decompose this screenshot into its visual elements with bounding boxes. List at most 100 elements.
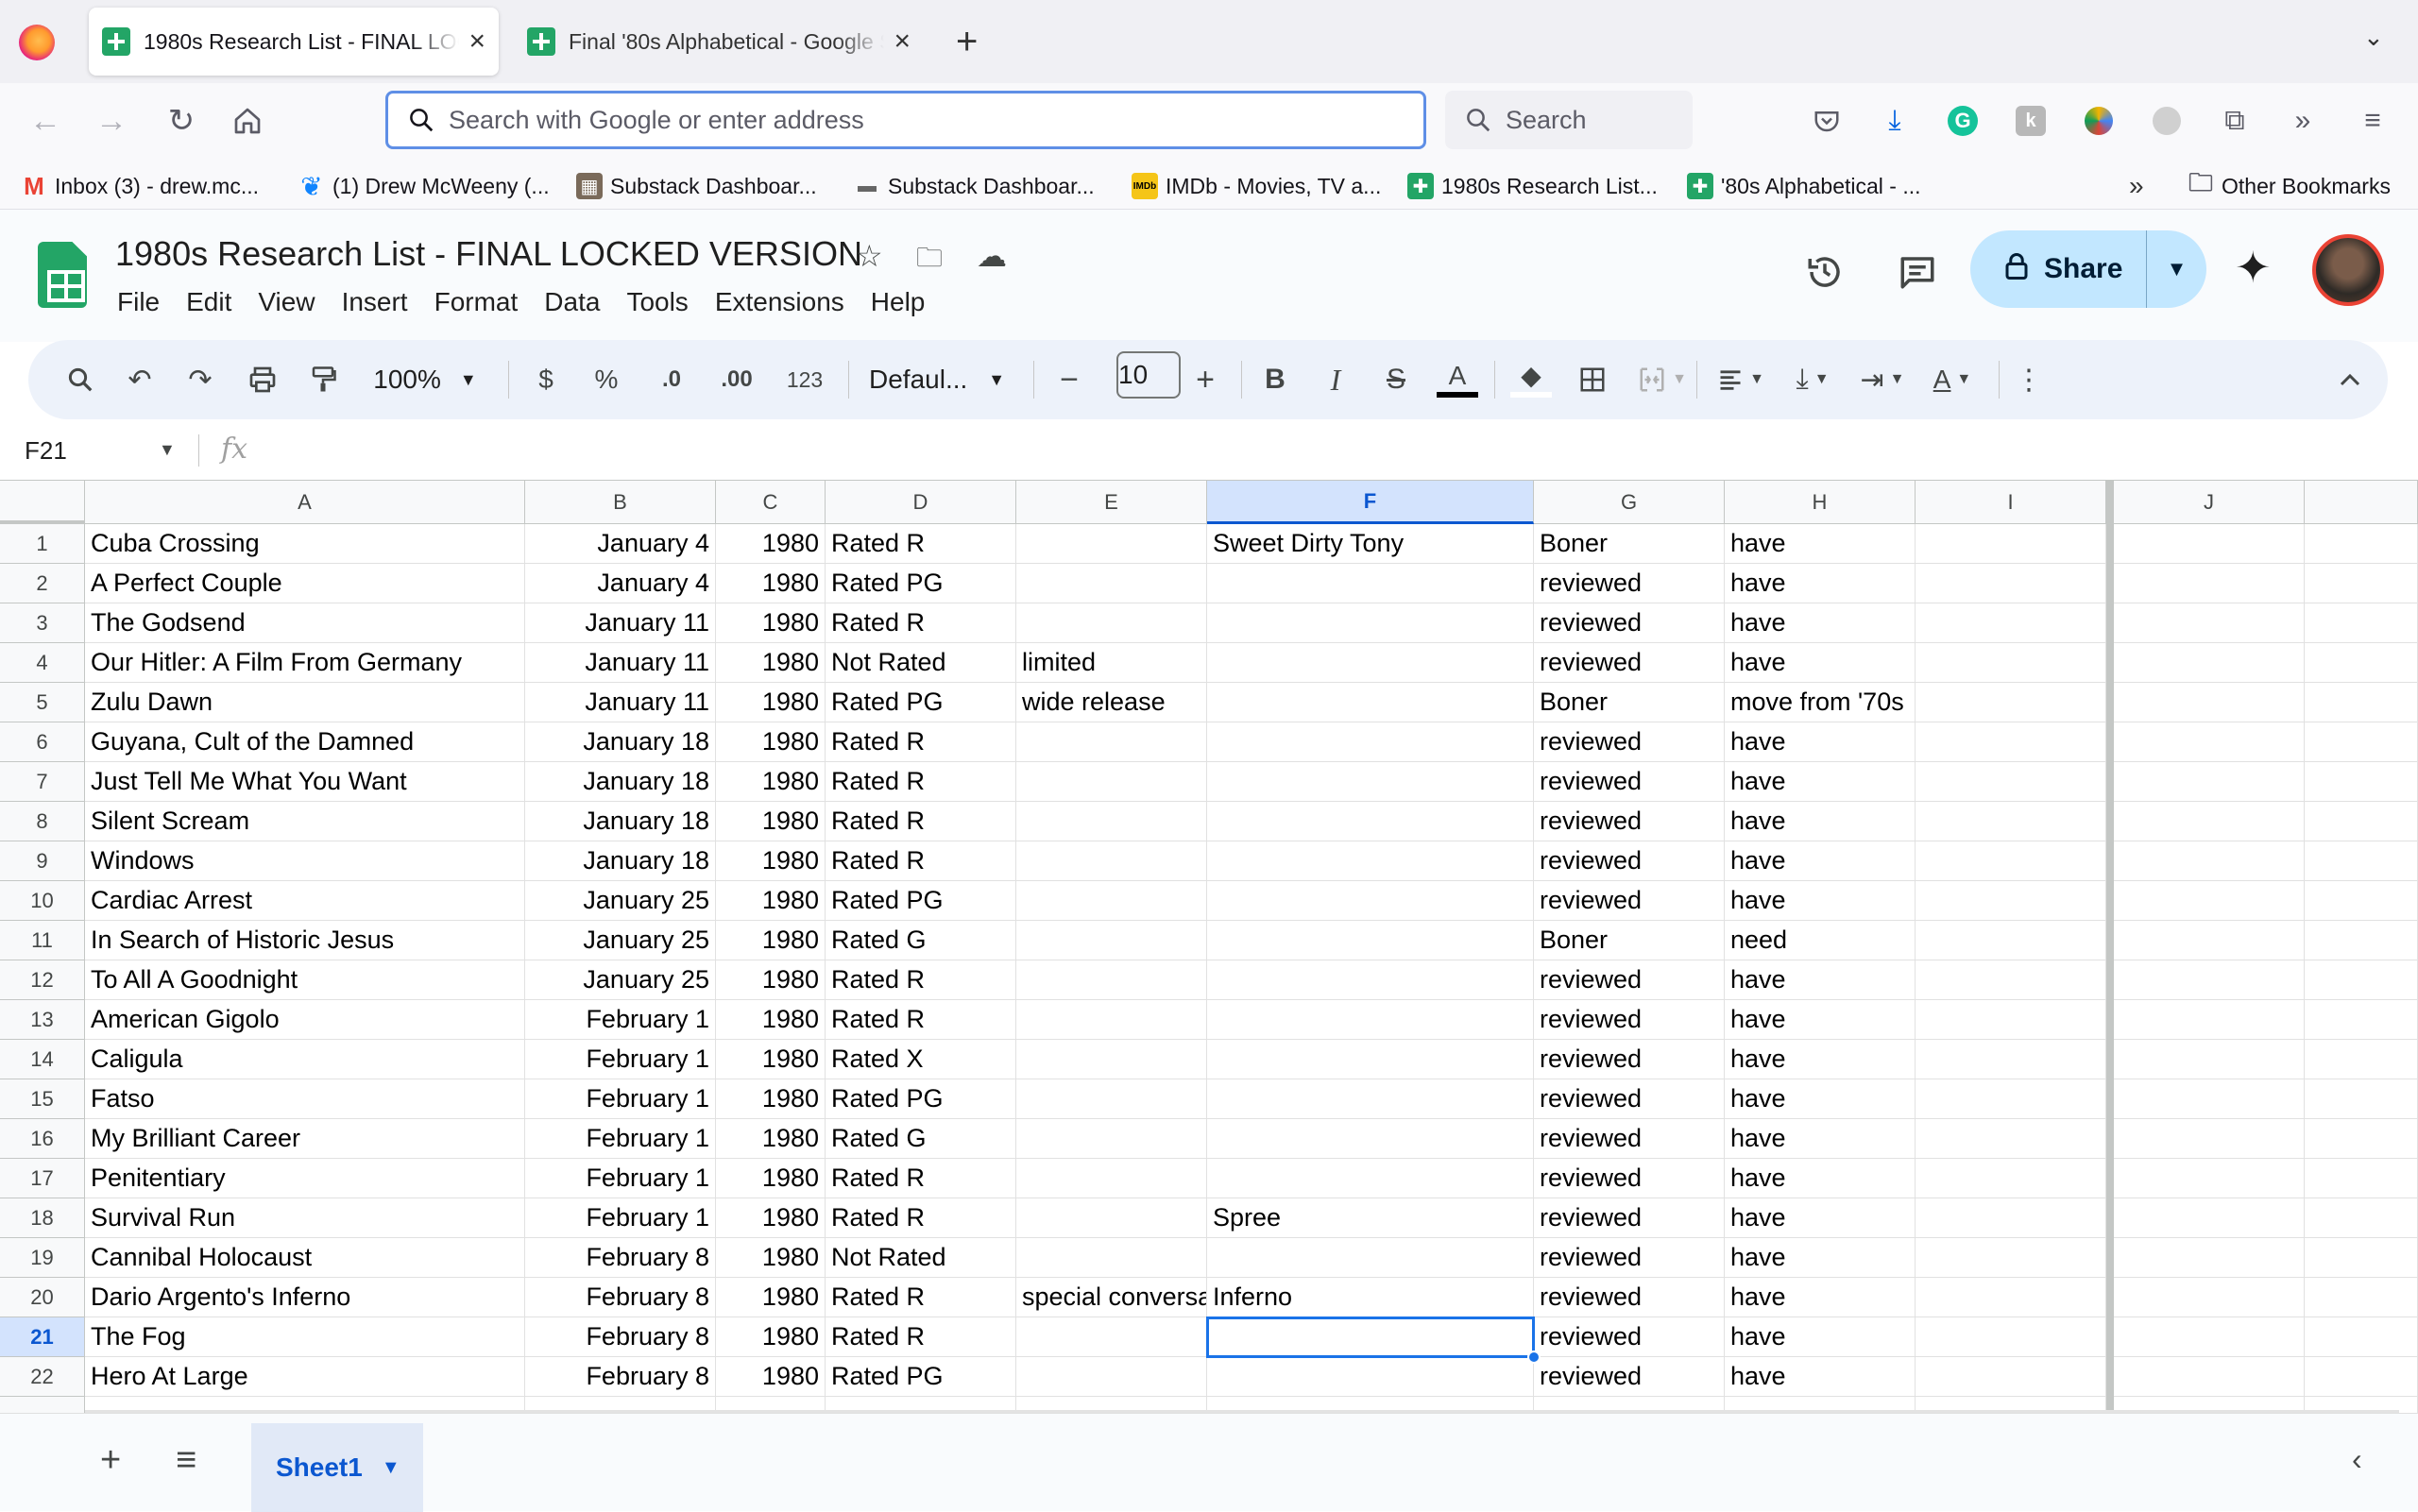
cell[interactable]: January 25 (525, 881, 716, 921)
add-sheet-icon[interactable]: + (100, 1440, 121, 1481)
cell[interactable] (1207, 643, 1534, 683)
name-box[interactable]: F21 (25, 436, 67, 466)
cell[interactable]: reviewed (1534, 1198, 1725, 1238)
cell[interactable]: Not Rated (826, 1238, 1016, 1278)
document-title[interactable]: 1980s Research List - FINAL LOCKED VERSI… (115, 234, 862, 274)
cell[interactable]: Windows (85, 841, 525, 881)
cell[interactable]: 1980 (716, 603, 826, 643)
bookmark-substack-2[interactable]: ▬ Substack Dashboar... (854, 168, 1095, 204)
cell[interactable] (1207, 603, 1534, 643)
strikethrough-icon[interactable]: S (1377, 351, 1415, 408)
cell[interactable]: reviewed (1534, 960, 1725, 1000)
cell[interactable]: January 4 (525, 564, 716, 603)
cell[interactable] (1916, 841, 2106, 881)
cell[interactable]: reviewed (1534, 1040, 1725, 1079)
close-tab-icon[interactable]: × (894, 25, 911, 58)
cell[interactable]: My Brilliant Career (85, 1119, 525, 1159)
cell[interactable]: reviewed (1534, 1079, 1725, 1119)
cell[interactable]: reviewed (1534, 1278, 1725, 1317)
bookmark-substack-1[interactable]: ▦ Substack Dashboar... (576, 168, 817, 204)
cell[interactable] (1207, 1119, 1534, 1159)
cell[interactable]: Guyana, Cult of the Damned (85, 722, 525, 762)
cloud-saved-icon[interactable]: ☁ (977, 238, 1007, 274)
menu-format[interactable]: Format (421, 283, 532, 321)
share-dropdown-icon[interactable]: ▼ (2146, 230, 2206, 308)
cell[interactable] (1916, 960, 2106, 1000)
cell[interactable]: have (1725, 881, 1916, 921)
column-header-e[interactable]: E (1016, 481, 1207, 524)
paint-format-icon[interactable] (302, 351, 344, 408)
cell[interactable]: Rated R (826, 1159, 1016, 1198)
column-header-extra[interactable] (2305, 481, 2418, 524)
browser-tab-active[interactable]: 1980s Research List - FINAL LOCKED VERSI… (89, 8, 499, 76)
column-header-d[interactable]: D (826, 481, 1016, 524)
cell[interactable] (2305, 1159, 2418, 1198)
cell[interactable] (1207, 1357, 1534, 1397)
row-header[interactable]: 4 (0, 643, 85, 683)
cell[interactable] (1916, 921, 2106, 960)
cell[interactable] (1207, 722, 1534, 762)
cell[interactable]: January 25 (525, 960, 716, 1000)
cell[interactable]: reviewed (1534, 564, 1725, 603)
collapse-toolbar-icon[interactable] (2329, 351, 2371, 408)
cell[interactable] (2305, 921, 2418, 960)
cell[interactable] (2114, 1317, 2305, 1357)
browser-tab-inactive[interactable]: Final '80s Alphabetical - Google Sheets … (514, 8, 924, 76)
cell[interactable] (2305, 1119, 2418, 1159)
cell[interactable]: reviewed (1534, 802, 1725, 841)
bookmark-gmail[interactable]: M Inbox (3) - drew.mc... (21, 168, 259, 204)
cell[interactable] (2114, 1238, 2305, 1278)
cell[interactable]: Boner (1534, 683, 1725, 722)
cell[interactable]: 1980 (716, 841, 826, 881)
cell[interactable]: January 25 (525, 921, 716, 960)
cell[interactable] (1016, 1119, 1207, 1159)
cell[interactable]: 1980 (716, 683, 826, 722)
cell[interactable]: have (1725, 1040, 1916, 1079)
cell[interactable]: Rated R (826, 960, 1016, 1000)
cell[interactable]: 1980 (716, 1119, 826, 1159)
cell[interactable] (1916, 1040, 2106, 1079)
cell[interactable]: American Gigolo (85, 1000, 525, 1040)
cell[interactable] (1207, 881, 1534, 921)
cell[interactable] (1207, 1317, 1534, 1357)
cell[interactable] (1916, 1198, 2106, 1238)
cell[interactable] (2114, 881, 2305, 921)
text-rotation-icon[interactable]: A ▼ (1921, 351, 1984, 408)
menu-data[interactable]: Data (531, 283, 613, 321)
cell[interactable] (2114, 960, 2305, 1000)
cell[interactable]: have (1725, 564, 1916, 603)
cell[interactable] (1016, 1317, 1207, 1357)
cell[interactable]: reviewed (1534, 1357, 1725, 1397)
row-header[interactable]: 1 (0, 524, 85, 564)
cell[interactable]: have (1725, 960, 1916, 1000)
column-header-h[interactable]: H (1725, 481, 1916, 524)
cell[interactable]: have (1725, 524, 1916, 564)
cell[interactable]: Rated R (826, 1198, 1016, 1238)
menu-extensions[interactable]: Extensions (702, 283, 858, 321)
address-input[interactable] (449, 105, 1299, 135)
cell[interactable]: A Perfect Couple (85, 564, 525, 603)
cell[interactable]: Rated R (826, 603, 1016, 643)
cell[interactable]: 1980 (716, 1040, 826, 1079)
cell[interactable]: 1980 (716, 1159, 826, 1198)
cell[interactable] (2114, 841, 2305, 881)
cell[interactable] (2305, 722, 2418, 762)
version-history-icon[interactable] (1796, 244, 1853, 300)
cell[interactable]: have (1725, 841, 1916, 881)
cell[interactable]: Zulu Dawn (85, 683, 525, 722)
menu-icon[interactable]: ≡ (2352, 100, 2393, 142)
cell[interactable]: have (1725, 643, 1916, 683)
row-header[interactable]: 3 (0, 603, 85, 643)
cell[interactable]: Rated R (826, 802, 1016, 841)
menu-help[interactable]: Help (858, 283, 939, 321)
sheets-logo-icon[interactable] (38, 242, 87, 308)
pocket-icon[interactable] (1806, 100, 1848, 142)
cell[interactable]: have (1725, 603, 1916, 643)
undo-icon[interactable]: ↶ (121, 351, 159, 408)
cell[interactable] (2305, 1357, 2418, 1397)
cell[interactable] (2114, 762, 2305, 802)
forward-icon[interactable]: → (89, 94, 134, 147)
other-bookmarks[interactable]: 🗀 Other Bookmarks (2188, 168, 2391, 204)
star-icon[interactable]: ☆ (856, 238, 883, 274)
cell[interactable] (1016, 1000, 1207, 1040)
